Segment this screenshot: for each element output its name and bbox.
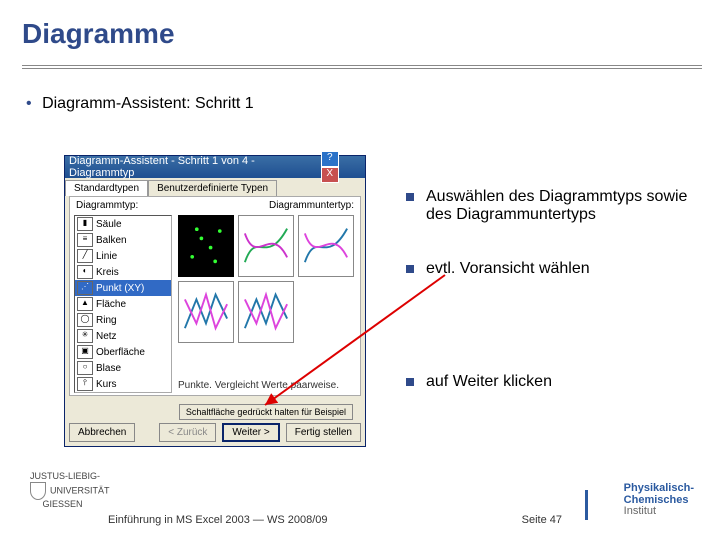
chart-type-list[interactable]: ▮Säule ≡Balken ╱Linie ◐Kreis ⋰Punkt (XY)… xyxy=(74,215,172,393)
square-bullet-icon xyxy=(406,378,414,386)
back-button[interactable]: < Zurück xyxy=(159,423,216,442)
square-bullet-icon xyxy=(406,193,414,201)
bubble-chart-icon: ○ xyxy=(77,361,93,375)
radar-chart-icon: ✳ xyxy=(77,329,93,343)
subtype-grid xyxy=(178,215,358,347)
bullet-dot-icon: • xyxy=(26,95,32,112)
list-item: ▮Säule xyxy=(75,216,171,232)
preview-button[interactable]: Schaltfläche gedrückt halten für Beispie… xyxy=(179,404,353,420)
list-item: ◯Ring xyxy=(75,312,171,328)
title-underline xyxy=(22,68,702,69)
subtype-scatter-lines[interactable] xyxy=(238,281,294,343)
footer-course-title: Einführung in MS Excel 2003 ― WS 2008/09 xyxy=(108,514,328,526)
close-icon[interactable]: X xyxy=(321,167,339,183)
list-item: ▲Fläche xyxy=(75,296,171,312)
subtype-scatter-lines-markers[interactable] xyxy=(178,281,234,343)
subtype-scatter-points[interactable] xyxy=(178,215,234,277)
list-item: ≡Balken xyxy=(75,232,171,248)
list-item: ○Blase xyxy=(75,360,171,376)
university-logo-text: JUSTUS-LIEBIG- UNIVERSITÄT GIESSEN xyxy=(30,472,110,510)
dialog-title-text: Diagramm-Assistent - Schritt 1 von 4 - D… xyxy=(69,155,319,179)
label-chart-subtype: Diagrammuntertyp: xyxy=(269,200,354,211)
dialog-panel: Diagrammtyp: Diagrammuntertyp: ▮Säule ≡B… xyxy=(69,196,361,396)
list-item: ◐Kreis xyxy=(75,264,171,280)
list-item: ⫯Kurs xyxy=(75,376,171,392)
tab-custom-types[interactable]: Benutzerdefinierte Typen xyxy=(148,180,277,196)
list-item: ▣Oberfläche xyxy=(75,344,171,360)
dialog-window: Diagramm-Assistent - Schritt 1 von 4 - D… xyxy=(64,155,366,447)
subtype-description: Punkte. Vergleicht Werte paarweise. xyxy=(178,380,339,391)
side-note-2: evtl. Voransicht wählen xyxy=(406,260,702,278)
institute-logo-bar xyxy=(585,490,588,520)
square-bullet-icon xyxy=(406,265,414,273)
main-bullet-text: Diagramm-Assistent: Schritt 1 xyxy=(42,95,254,112)
area-chart-icon: ▲ xyxy=(77,297,93,311)
label-chart-type: Diagrammtyp: xyxy=(76,200,138,211)
doughnut-chart-icon: ◯ xyxy=(77,313,93,327)
line-chart-icon: ╱ xyxy=(77,249,93,263)
help-icon[interactable]: ? xyxy=(321,151,339,167)
finish-button[interactable]: Fertig stellen xyxy=(286,423,361,442)
surface-chart-icon: ▣ xyxy=(77,345,93,359)
stock-chart-icon: ⫯ xyxy=(77,377,93,391)
main-bullet: • Diagramm-Assistent: Schritt 1 xyxy=(26,95,254,113)
tab-standard-types[interactable]: Standardtypen xyxy=(65,180,148,196)
dialog-titlebar: Diagramm-Assistent - Schritt 1 von 4 - D… xyxy=(65,156,365,178)
institute-name: Physikalisch- Chemisches Institut xyxy=(624,483,694,518)
cancel-button[interactable]: Abbrechen xyxy=(69,423,135,442)
side-note-1: Auswählen des Diagrammtyps sowie des Dia… xyxy=(406,188,702,224)
footer-page-number: Seite 47 xyxy=(522,514,562,526)
subtype-scatter-smooth-markers[interactable] xyxy=(238,215,294,277)
list-item: ✳Netz xyxy=(75,328,171,344)
side-note-3: auf Weiter klicken xyxy=(406,373,702,391)
bar-chart-icon: ≡ xyxy=(77,233,93,247)
column-chart-icon: ▮ xyxy=(77,217,93,231)
shield-icon xyxy=(30,482,46,500)
list-item: ╱Linie xyxy=(75,248,171,264)
pie-chart-icon: ◐ xyxy=(77,265,93,279)
subtype-scatter-smooth[interactable] xyxy=(298,215,354,277)
list-item-selected: ⋰Punkt (XY) xyxy=(75,280,171,296)
next-button[interactable]: Weiter > xyxy=(222,423,279,442)
slide-title: Diagramme xyxy=(22,18,175,50)
scatter-chart-icon: ⋰ xyxy=(77,281,93,295)
